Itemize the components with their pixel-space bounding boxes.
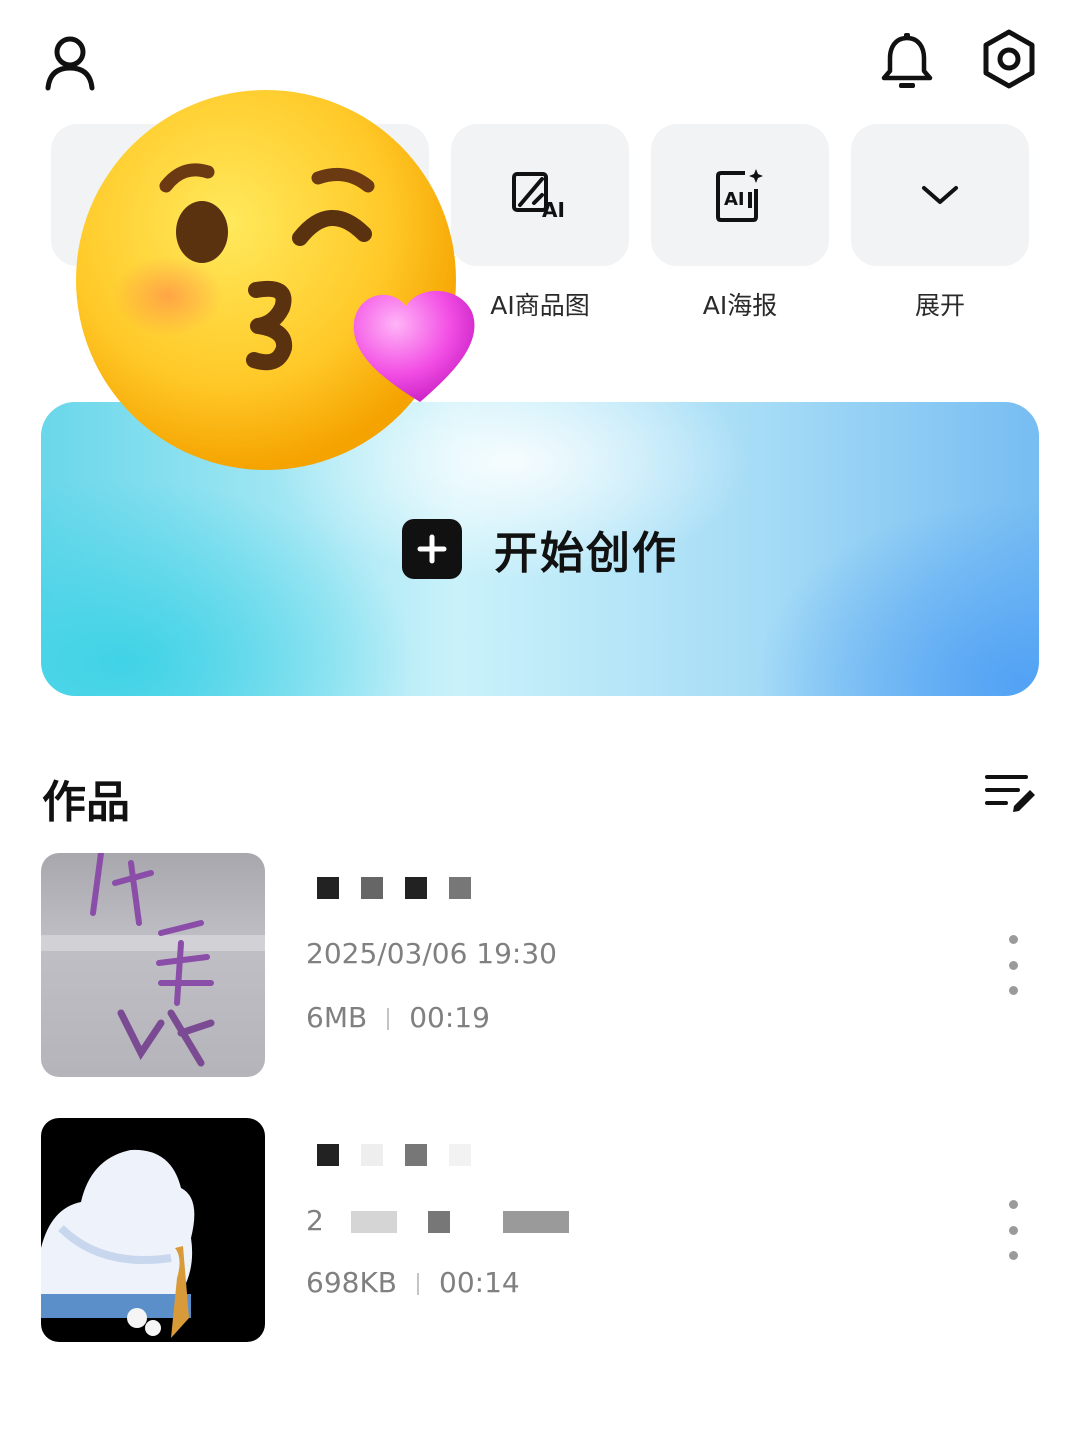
work-thumbnail [41,853,265,1077]
meta-divider [387,1008,390,1030]
more-options-button[interactable] [998,1200,1028,1260]
more-dot-icon [1008,1225,1018,1235]
ai-image-edit-icon: AI [512,172,565,219]
tool-label-ai-poster: AI海报 [702,291,778,320]
more-dot-icon [1008,1200,1018,1209]
bell-icon [881,33,933,88]
meta-divider [417,1273,420,1295]
work-date: 2025/03/06 19:30 [306,937,557,970]
work-meta: 6MB 00:19 [306,1001,490,1034]
hexagon-settings-icon [983,29,1035,89]
svg-text:AI: AI [542,198,565,219]
plus-icon [402,519,462,579]
ai-poster-icon: AI [716,169,763,222]
work-thumbnail [41,1118,265,1342]
settings-button[interactable] [976,26,1042,92]
work-title-redacted [317,877,493,899]
kissing-face-sticker [68,86,498,486]
more-dot-icon [1008,1251,1018,1260]
list-edit-icon [985,775,1035,812]
work-size: 698KB [306,1266,398,1299]
person-icon [45,36,95,91]
more-dot-icon [1008,986,1018,995]
work-date-visible: 2 [306,1204,324,1237]
more-dot-icon [1008,960,1018,970]
work-item[interactable]: 2 698KB 00:14 [41,1118,1039,1342]
tool-label-expand: 展开 [914,291,965,320]
svg-text:AI: AI [724,189,745,210]
work-date: 2 [306,1204,569,1237]
work-duration: 00:19 [409,1001,490,1034]
more-dot-icon [1008,935,1018,944]
manage-works-button[interactable] [982,768,1038,816]
chevron-down-icon [922,186,958,204]
more-options-button[interactable] [998,935,1028,995]
banner-label: 开始创作 [494,528,678,579]
work-duration: 00:14 [439,1266,520,1299]
work-title-redacted [317,1144,493,1166]
work-size: 6MB [306,1001,368,1034]
works-title: 作品 [42,777,130,828]
work-meta: 698KB 00:14 [306,1266,520,1299]
notifications-button[interactable] [874,28,940,94]
work-item[interactable]: 2025/03/06 19:30 6MB 00:19 [41,853,1039,1077]
tool-ai-poster[interactable]: AI [651,124,829,266]
tool-expand[interactable] [851,124,1029,266]
